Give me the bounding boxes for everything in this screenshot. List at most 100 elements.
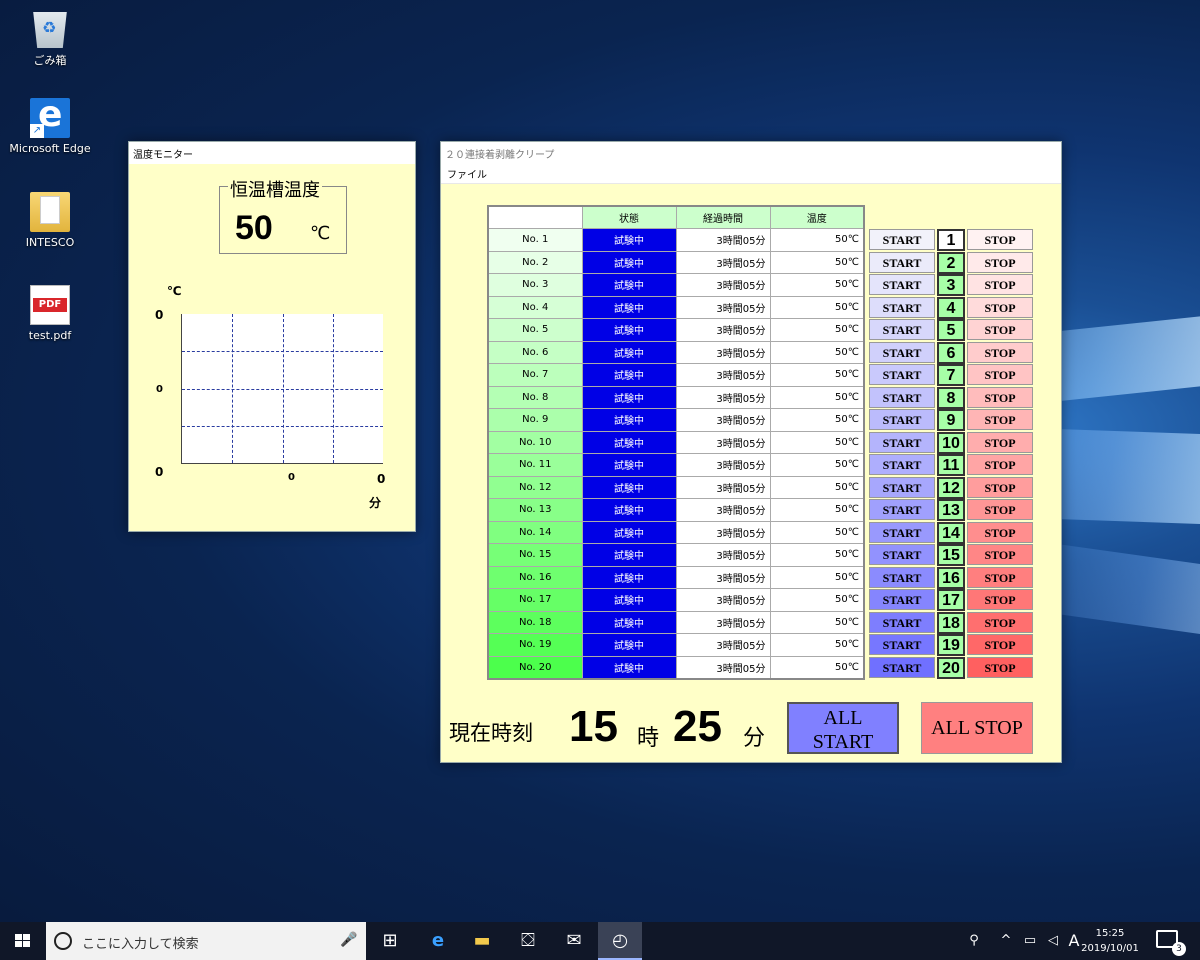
channel-number: 16 [937, 566, 965, 589]
start-button[interactable]: START [869, 386, 935, 408]
start-button[interactable]: START [869, 454, 935, 475]
start-button[interactable]: START [869, 319, 935, 340]
start-button[interactable] [0, 922, 46, 960]
start-button[interactable]: START [869, 274, 935, 295]
desktop-icon-test-pdf[interactable]: test.pdf [5, 285, 95, 342]
channel-control-row: START 15 STOP [869, 544, 1039, 566]
windows-logo-icon [15, 934, 31, 948]
monitor-window: 温度モニター 恒温槽温度 50 ℃ ℃ 0 0 0 0 0 分 [128, 141, 416, 532]
mail-icon[interactable]: ✉ [552, 922, 596, 960]
chart-y-tick: 0 [156, 384, 163, 395]
channel-number: 13 [937, 499, 965, 521]
channel-control-row: START 12 STOP [869, 476, 1039, 499]
start-button[interactable]: START [869, 521, 935, 543]
clock-app-icon[interactable]: ◴ [598, 922, 642, 960]
start-button[interactable]: START [869, 634, 935, 655]
clock-minute-unit: 分 [743, 726, 766, 751]
start-button[interactable]: START [869, 544, 935, 565]
stop-button[interactable]: STOP [967, 409, 1033, 430]
task-view-icon[interactable]: ⊞ [368, 922, 412, 960]
chart-gridline [182, 426, 383, 427]
stop-button[interactable]: STOP [967, 431, 1033, 453]
row-status: 試験中 [581, 543, 677, 567]
row-number: No. 7 [487, 363, 583, 387]
start-button[interactable]: START [869, 589, 935, 610]
menu-file[interactable]: ファイル [447, 170, 487, 181]
row-elapsed-time: 3時間05分 [675, 363, 771, 387]
channel-control-row: START 1 STOP [869, 229, 1039, 251]
channel-control-row: START 6 STOP [869, 341, 1039, 364]
channel-control-row: START 19 STOP [869, 634, 1039, 656]
stop-button[interactable]: STOP [967, 386, 1033, 408]
channel-number: 18 [937, 611, 965, 634]
table-row: No. 11 試験中 3時間05分 50℃ [487, 453, 865, 477]
channel-control-row: START 2 STOP [869, 251, 1039, 274]
start-button[interactable]: START [869, 229, 935, 250]
stop-button[interactable]: STOP [967, 499, 1033, 520]
people-icon[interactable]: ⚲ [962, 922, 986, 960]
row-number: No. 13 [487, 498, 583, 522]
start-button[interactable]: START [869, 251, 935, 273]
stop-button[interactable]: STOP [967, 251, 1033, 273]
stop-button[interactable]: STOP [967, 521, 1033, 543]
start-button[interactable]: START [869, 341, 935, 363]
all-stop-button[interactable]: ALL STOP [921, 702, 1033, 754]
taskbar: ここに入力して検索 🎤 ⊞ e ▬ ⛋ ✉ ◴ ⚲ ^ ▭ ◁ A 15:25 … [0, 922, 1200, 960]
explorer-icon[interactable]: ▬ [460, 922, 504, 960]
stop-button[interactable]: STOP [967, 341, 1033, 363]
start-button[interactable]: START [869, 499, 935, 520]
volume-icon[interactable]: ◁ [1042, 922, 1064, 960]
stop-button[interactable]: STOP [967, 544, 1033, 565]
taskbar-search-box[interactable]: ここに入力して検索 🎤 [46, 922, 366, 960]
header-elapsed: 経過時間 [675, 205, 771, 229]
desktop-icon-recycle-bin[interactable]: ごみ箱 [5, 8, 95, 68]
stop-button[interactable]: STOP [967, 589, 1033, 610]
row-temperature: 50℃ [769, 250, 865, 274]
stop-button[interactable]: STOP [967, 319, 1033, 340]
table-row: No. 1 試験中 3時間05分 50℃ [487, 228, 865, 252]
chart-y-tick: 0 [155, 465, 164, 479]
start-button[interactable]: START [869, 476, 935, 498]
chart-y-tick: 0 [155, 308, 164, 322]
desktop-icon-intesco[interactable]: INTESCO [5, 192, 95, 249]
show-hidden-icons-chevron-up-icon[interactable]: ^ [996, 922, 1016, 960]
row-elapsed-time: 3時間05分 [675, 228, 771, 252]
row-temperature: 50℃ [769, 385, 865, 409]
stop-button[interactable]: STOP [967, 454, 1033, 475]
row-number: No. 15 [487, 543, 583, 567]
all-start-button[interactable]: ALL START [787, 702, 899, 754]
stop-button[interactable]: STOP [967, 656, 1033, 678]
stop-button[interactable]: STOP [967, 476, 1033, 498]
channel-control-row: START 13 STOP [869, 499, 1039, 521]
taskbar-clock[interactable]: 15:25 2019/10/01 [1080, 926, 1140, 956]
store-icon[interactable]: ⛋ [506, 922, 550, 960]
table-row: No. 9 試験中 3時間05分 50℃ [487, 408, 865, 432]
network-icon[interactable]: ▭ [1018, 922, 1042, 960]
row-elapsed-time: 3時間05分 [675, 588, 771, 612]
start-button[interactable]: START [869, 409, 935, 430]
start-button[interactable]: START [869, 656, 935, 678]
stop-button[interactable]: STOP [967, 274, 1033, 295]
row-elapsed-time: 3時間05分 [675, 565, 771, 589]
table-row: No. 17 試験中 3時間05分 50℃ [487, 588, 865, 612]
row-elapsed-time: 3時間05分 [675, 295, 771, 319]
stop-button[interactable]: STOP [967, 634, 1033, 655]
stop-button[interactable]: STOP [967, 566, 1033, 588]
stop-button[interactable]: STOP [967, 611, 1033, 633]
stop-button[interactable]: STOP [967, 296, 1033, 318]
notification-center-icon[interactable]: 3 [1156, 930, 1186, 956]
start-button[interactable]: START [869, 296, 935, 318]
start-button[interactable]: START [869, 364, 935, 385]
start-button[interactable]: START [869, 611, 935, 633]
channel-number: 10 [937, 431, 965, 454]
stop-button[interactable]: STOP [967, 364, 1033, 385]
start-button[interactable]: START [869, 431, 935, 453]
start-button[interactable]: START [869, 566, 935, 588]
desktop-icon-edge[interactable]: Microsoft Edge [5, 94, 95, 155]
stop-button[interactable]: STOP [967, 229, 1033, 250]
row-temperature: 50℃ [769, 453, 865, 477]
microphone-icon[interactable]: 🎤 [340, 932, 357, 948]
table-row: No. 2 試験中 3時間05分 50℃ [487, 250, 865, 274]
edge-icon[interactable]: e [416, 922, 460, 960]
channel-control-row: START 7 STOP [869, 364, 1039, 386]
